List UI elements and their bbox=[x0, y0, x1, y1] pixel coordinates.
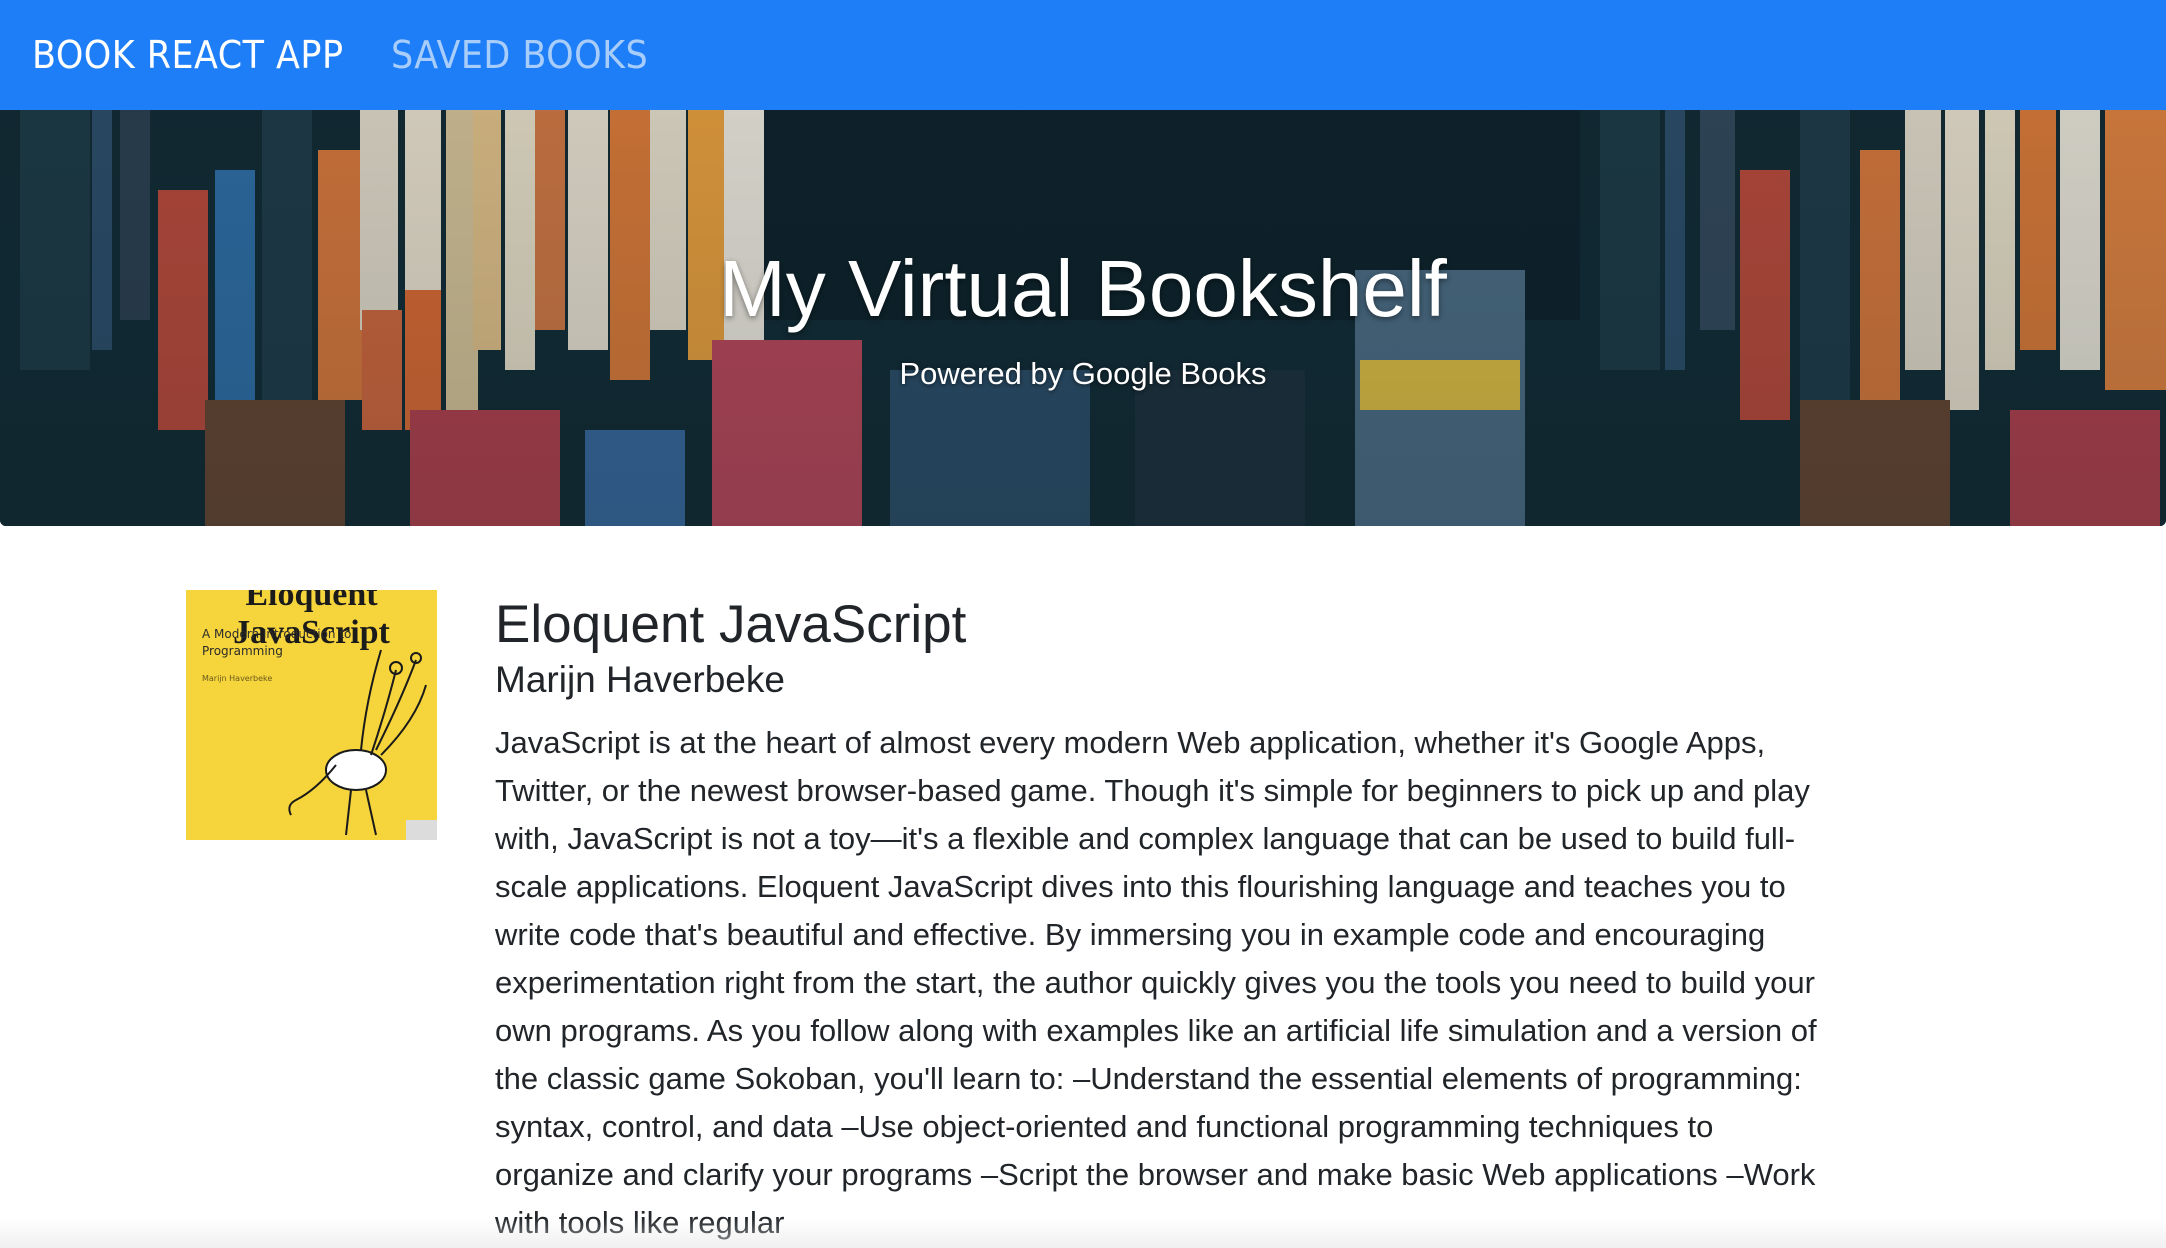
book-description: JavaScript is at the heart of almost eve… bbox=[495, 725, 1817, 1240]
hero-banner: My Virtual Bookshelf Powered by Google B… bbox=[0, 110, 2166, 526]
bottom-shadow bbox=[0, 1218, 2166, 1248]
saved-books-link[interactable]: SAVED BOOKS bbox=[391, 33, 648, 77]
book-author: Marijn Haverbeke bbox=[495, 659, 785, 700]
book-title: Eloquent JavaScript bbox=[495, 595, 967, 654]
top-navbar: BOOK REACT APP SAVED BOOKS bbox=[0, 0, 2166, 110]
brand-link[interactable]: BOOK REACT APP bbox=[32, 33, 344, 77]
hero-title: My Virtual Bookshelf bbox=[719, 244, 1447, 333]
hero-subtitle: Powered by Google Books bbox=[899, 356, 1267, 391]
book-cover-image: Eloquent JavaScript A Modern Introductio… bbox=[186, 590, 437, 840]
bird-illustration-icon bbox=[288, 649, 437, 840]
